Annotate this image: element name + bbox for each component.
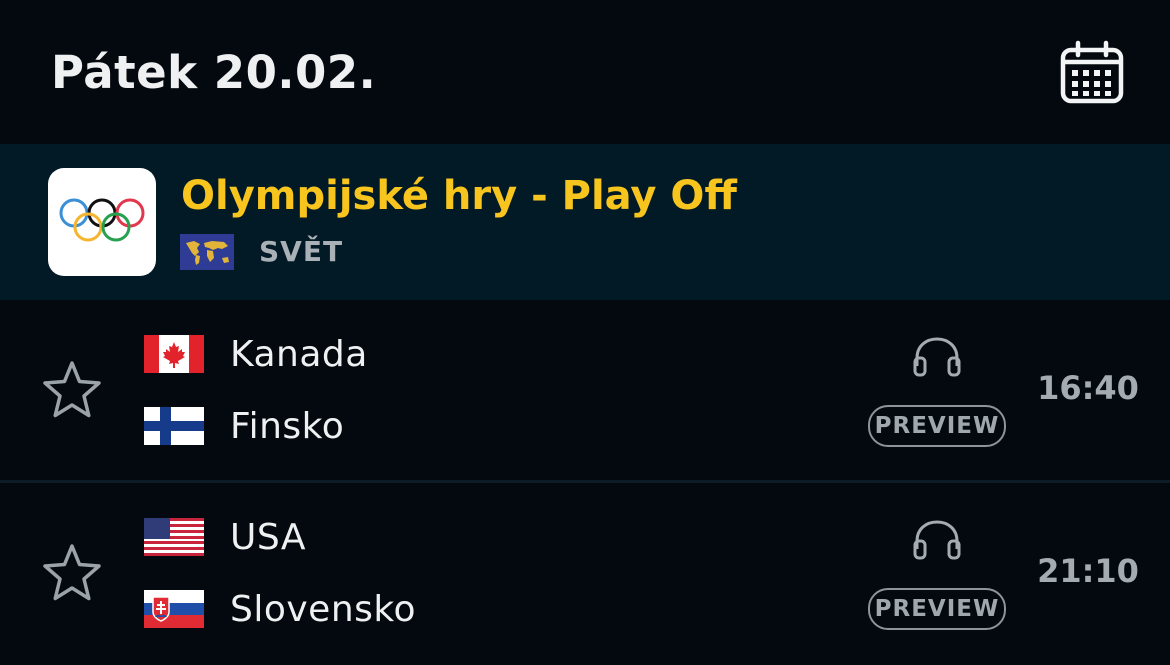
star-icon[interactable] — [40, 358, 104, 422]
calendar-icon — [1060, 40, 1124, 104]
away-team-name: Slovensko — [230, 589, 416, 630]
match-time: 21:10 — [1037, 552, 1139, 590]
calendar-button[interactable] — [1058, 40, 1126, 106]
away-team-name: Finsko — [230, 406, 345, 447]
match-time: 16:40 — [1037, 369, 1139, 407]
match-row[interactable]: USA Slovensko PREVIEW 21:10 — [0, 483, 1170, 665]
region-name: SVĚT — [259, 235, 344, 268]
canada-flag-icon — [144, 335, 204, 373]
olympic-rings-icon — [48, 168, 156, 276]
home-team-name: USA — [230, 517, 306, 558]
league-header[interactable]: Olympijské hry - Play Off SVĚT — [0, 144, 1170, 300]
slovakia-flag-icon — [144, 590, 204, 628]
preview-button[interactable]: PREVIEW — [868, 405, 1006, 447]
match-list-screen: Pátek 20.02. Olympijské hry - Play Off S… — [0, 0, 1170, 665]
home-team-name: Kanada — [230, 334, 368, 375]
star-icon[interactable] — [40, 541, 104, 605]
finland-flag-icon — [144, 407, 204, 445]
date-title: Pátek 20.02. — [51, 46, 377, 99]
top-bar: Pátek 20.02. — [0, 0, 1170, 144]
headphones-icon[interactable] — [910, 519, 964, 561]
headphones-icon[interactable] — [910, 336, 964, 378]
usa-flag-icon — [144, 518, 204, 556]
preview-button[interactable]: PREVIEW — [868, 588, 1006, 630]
match-row[interactable]: Kanada Finsko PREVIEW 16:40 — [0, 300, 1170, 482]
league-name: Olympijské hry - Play Off — [181, 173, 737, 219]
world-map-flag-icon — [180, 234, 234, 270]
